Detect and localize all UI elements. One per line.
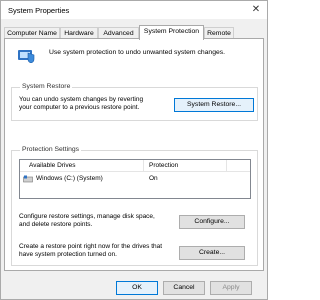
- protection-settings-label: Protection Settings: [20, 146, 82, 153]
- column-separator: [226, 160, 227, 172]
- drive-protection-status: On: [149, 175, 158, 182]
- configure-desc-2: and delete restore points.: [19, 221, 93, 228]
- table-row[interactable]: Windows (C:) (System) On: [20, 173, 250, 185]
- protection-settings-group: Protection Settings Available Drives Pro…: [11, 146, 258, 266]
- configure-desc-1: Configure restore settings, manage disk …: [19, 213, 155, 220]
- configure-button[interactable]: Configure...: [179, 215, 245, 229]
- intro-text: Use system protection to undo unwanted s…: [49, 49, 226, 56]
- drives-table-header: Available Drives Protection: [20, 160, 250, 172]
- tab-system-protection[interactable]: System Protection: [139, 25, 204, 40]
- drive-name: Windows (C:) (System): [36, 175, 103, 182]
- column-separator: [143, 160, 144, 172]
- ok-button[interactable]: OK: [116, 281, 158, 295]
- apply-button[interactable]: Apply: [210, 281, 252, 295]
- column-available-drives: Available Drives: [29, 162, 76, 169]
- create-desc-2: have system protection turned on.: [19, 251, 117, 258]
- system-properties-window: System Properties ✕ Computer Name Hardwa…: [0, 0, 268, 300]
- cancel-button[interactable]: Cancel: [163, 281, 205, 295]
- system-restore-group: System Restore You can undo system chang…: [11, 83, 258, 121]
- drive-icon: [23, 175, 33, 183]
- shield-icon: [18, 50, 35, 63]
- system-restore-button[interactable]: System Restore...: [174, 98, 254, 112]
- create-button[interactable]: Create...: [179, 246, 245, 260]
- drives-table: Available Drives Protection Windows (C:)…: [19, 159, 251, 199]
- window-title: System Properties: [8, 6, 70, 15]
- column-protection: Protection: [149, 162, 179, 169]
- create-desc-1: Create a restore point right now for the…: [19, 243, 163, 250]
- system-restore-desc-2: your computer to a previous restore poin…: [19, 104, 140, 111]
- tab-strip: Computer Name Hardware Advanced System P…: [4, 25, 266, 40]
- system-protection-panel: Use system protection to undo unwanted s…: [4, 38, 264, 271]
- system-restore-desc-1: You can undo system changes by reverting: [19, 96, 144, 103]
- close-icon[interactable]: ✕: [249, 3, 263, 17]
- title-bar: System Properties ✕: [1, 1, 267, 19]
- system-restore-label: System Restore: [20, 83, 73, 90]
